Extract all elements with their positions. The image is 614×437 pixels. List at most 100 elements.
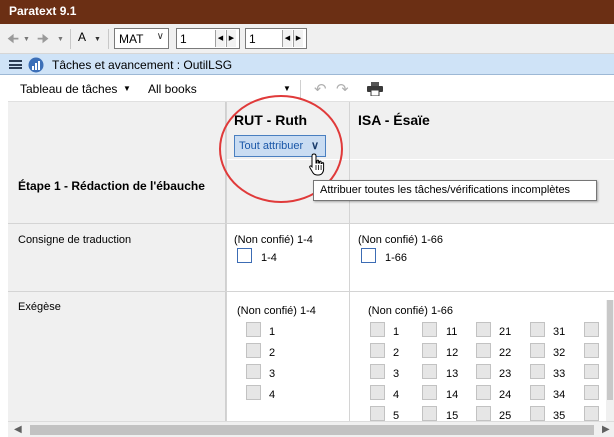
verse-prev-button[interactable]: ◀	[282, 30, 292, 47]
project-combo[interactable]: MAT ∨	[114, 28, 169, 49]
cell-status: (Non confié) 1-66	[368, 305, 453, 317]
horizontal-scrollbar-thumb[interactable]	[30, 425, 594, 435]
vertical-scrollbar-thumb[interactable]	[607, 300, 613, 400]
vertical-scrollbar[interactable]	[606, 300, 614, 421]
toolbar-divider	[300, 80, 301, 98]
task-checkbox-label: 11	[446, 326, 458, 338]
chapter-value: 1	[180, 32, 187, 46]
task-checkbox-label: 1	[269, 326, 276, 338]
task-checkbox[interactable]	[370, 364, 385, 379]
undo-icon[interactable]: ↶	[314, 80, 327, 98]
task-checkbox[interactable]	[370, 343, 385, 358]
task-checkbox-label: 13	[446, 368, 459, 380]
hamburger-menu-icon[interactable]	[9, 60, 22, 69]
task-checkbox[interactable]	[530, 322, 545, 337]
row-divider	[8, 223, 614, 224]
task-checkbox[interactable]	[246, 385, 261, 400]
chapter-prev-button[interactable]: ◀	[215, 30, 225, 47]
task-checkbox-label: 4	[269, 389, 276, 401]
task-checkbox[interactable]	[361, 248, 376, 263]
task-checkbox[interactable]	[584, 385, 599, 400]
task-checkbox[interactable]	[584, 364, 599, 379]
task-checkbox[interactable]	[246, 343, 261, 358]
task-checkbox[interactable]	[530, 364, 545, 379]
task-checkbox[interactable]	[476, 385, 491, 400]
column-divider	[349, 102, 350, 422]
row-label-consigne: Consigne de traduction	[18, 234, 132, 246]
chevron-down-icon: ∨	[156, 31, 164, 42]
task-checkbox[interactable]	[246, 364, 261, 379]
task-checkbox[interactable]	[422, 385, 437, 400]
redo-icon[interactable]: ↷	[336, 80, 349, 98]
tasks-chart-icon	[28, 57, 44, 73]
view-menu[interactable]: Tableau de tâches	[20, 82, 117, 96]
task-checkbox-label: 2	[269, 347, 276, 359]
task-checkbox[interactable]	[422, 406, 437, 421]
task-checkbox[interactable]	[530, 343, 545, 358]
task-checkbox[interactable]	[476, 364, 491, 379]
tab-title: Tâches et avancement : OutilLSG	[52, 58, 233, 72]
task-checkbox-label: 4	[393, 389, 400, 401]
task-checkbox-label: 21	[499, 326, 512, 338]
horizontal-scrollbar[interactable]: ◀ ▶	[8, 421, 614, 437]
toolbar-divider	[70, 29, 71, 49]
scroll-left-icon[interactable]: ◀	[14, 424, 22, 435]
task-checkbox[interactable]	[476, 322, 491, 337]
print-icon[interactable]	[367, 82, 383, 96]
title-bar: Paratext 9.1	[0, 0, 614, 24]
cell-status: (Non confié) 1-66	[358, 234, 443, 246]
task-checkbox-label: 14	[446, 389, 459, 401]
forward-arrow-icon[interactable]: 🠊	[37, 32, 49, 46]
view-menu-dropdown-icon[interactable]: ▼	[123, 84, 131, 93]
verse-next-button[interactable]: ▶	[293, 30, 303, 47]
task-checkbox[interactable]	[370, 385, 385, 400]
verse-spinner[interactable]: 1 ◀ ▶	[245, 28, 307, 49]
cell-status: (Non confié) 1-4	[237, 305, 316, 317]
books-menu[interactable]: All books	[148, 82, 197, 96]
project-combo-value: MAT	[119, 32, 144, 46]
chapter-next-button[interactable]: ▶	[226, 30, 236, 47]
task-toolbar: Tableau de tâches ▼ All books ▼ ↶ ↷	[8, 76, 614, 102]
task-checkbox[interactable]	[476, 406, 491, 421]
task-checkbox-label: 3	[269, 368, 276, 380]
task-checkbox-label: 22	[499, 347, 512, 359]
tooltip-text: Attribuer toutes les tâches/vérification…	[320, 184, 571, 196]
books-menu-dropdown-icon[interactable]: ▼	[283, 84, 291, 93]
task-checkbox[interactable]	[584, 406, 599, 421]
task-checkbox-label: 32	[553, 347, 566, 359]
back-dropdown-icon[interactable]: ▼	[23, 36, 30, 43]
task-checkbox-label: 2	[393, 347, 400, 359]
task-checkbox[interactable]	[530, 406, 545, 421]
tab-header: Tâches et avancement : OutilLSG	[0, 54, 614, 75]
task-checkbox-label: 1-66	[385, 252, 408, 264]
hand-cursor-icon	[309, 153, 325, 176]
back-arrow-icon[interactable]: 🠈	[7, 32, 19, 46]
task-checkbox[interactable]	[422, 364, 437, 379]
task-checkbox-label: 1-4	[261, 252, 277, 264]
verse-value: 1	[249, 32, 256, 46]
task-checkbox[interactable]	[584, 343, 599, 358]
book-header-isa: ISA - Ésaïe	[358, 112, 430, 128]
chapter-spinner[interactable]: 1 ◀ ▶	[176, 28, 240, 49]
row-header-column	[8, 102, 226, 422]
task-checkbox[interactable]	[246, 322, 261, 337]
task-checkbox[interactable]	[370, 406, 385, 421]
cell-status: (Non confié) 1-4	[234, 234, 313, 246]
task-checkbox[interactable]	[530, 385, 545, 400]
forward-dropdown-icon[interactable]: ▼	[57, 36, 64, 43]
task-checkbox[interactable]	[584, 322, 599, 337]
task-checkbox[interactable]	[237, 248, 252, 263]
task-checkbox[interactable]	[370, 322, 385, 337]
scroll-right-icon[interactable]: ▶	[602, 424, 610, 435]
main-toolbar: 🠈 ▼ 🠊 ▼ A ▼ MAT ∨ 1 ◀ ▶ 1 ◀ ▶	[0, 24, 614, 54]
task-checkbox-label: 12	[446, 347, 459, 359]
font-button[interactable]: A	[78, 30, 86, 44]
tooltip: Attribuer toutes les tâches/vérification…	[313, 180, 597, 201]
task-checkbox[interactable]	[422, 322, 437, 337]
task-checkbox-label: 34	[553, 389, 566, 401]
task-checkbox[interactable]	[422, 343, 437, 358]
row-divider	[8, 291, 614, 292]
row-label-exegese: Exégèse	[18, 301, 61, 313]
font-dropdown-icon[interactable]: ▼	[94, 36, 101, 43]
task-checkbox[interactable]	[476, 343, 491, 358]
